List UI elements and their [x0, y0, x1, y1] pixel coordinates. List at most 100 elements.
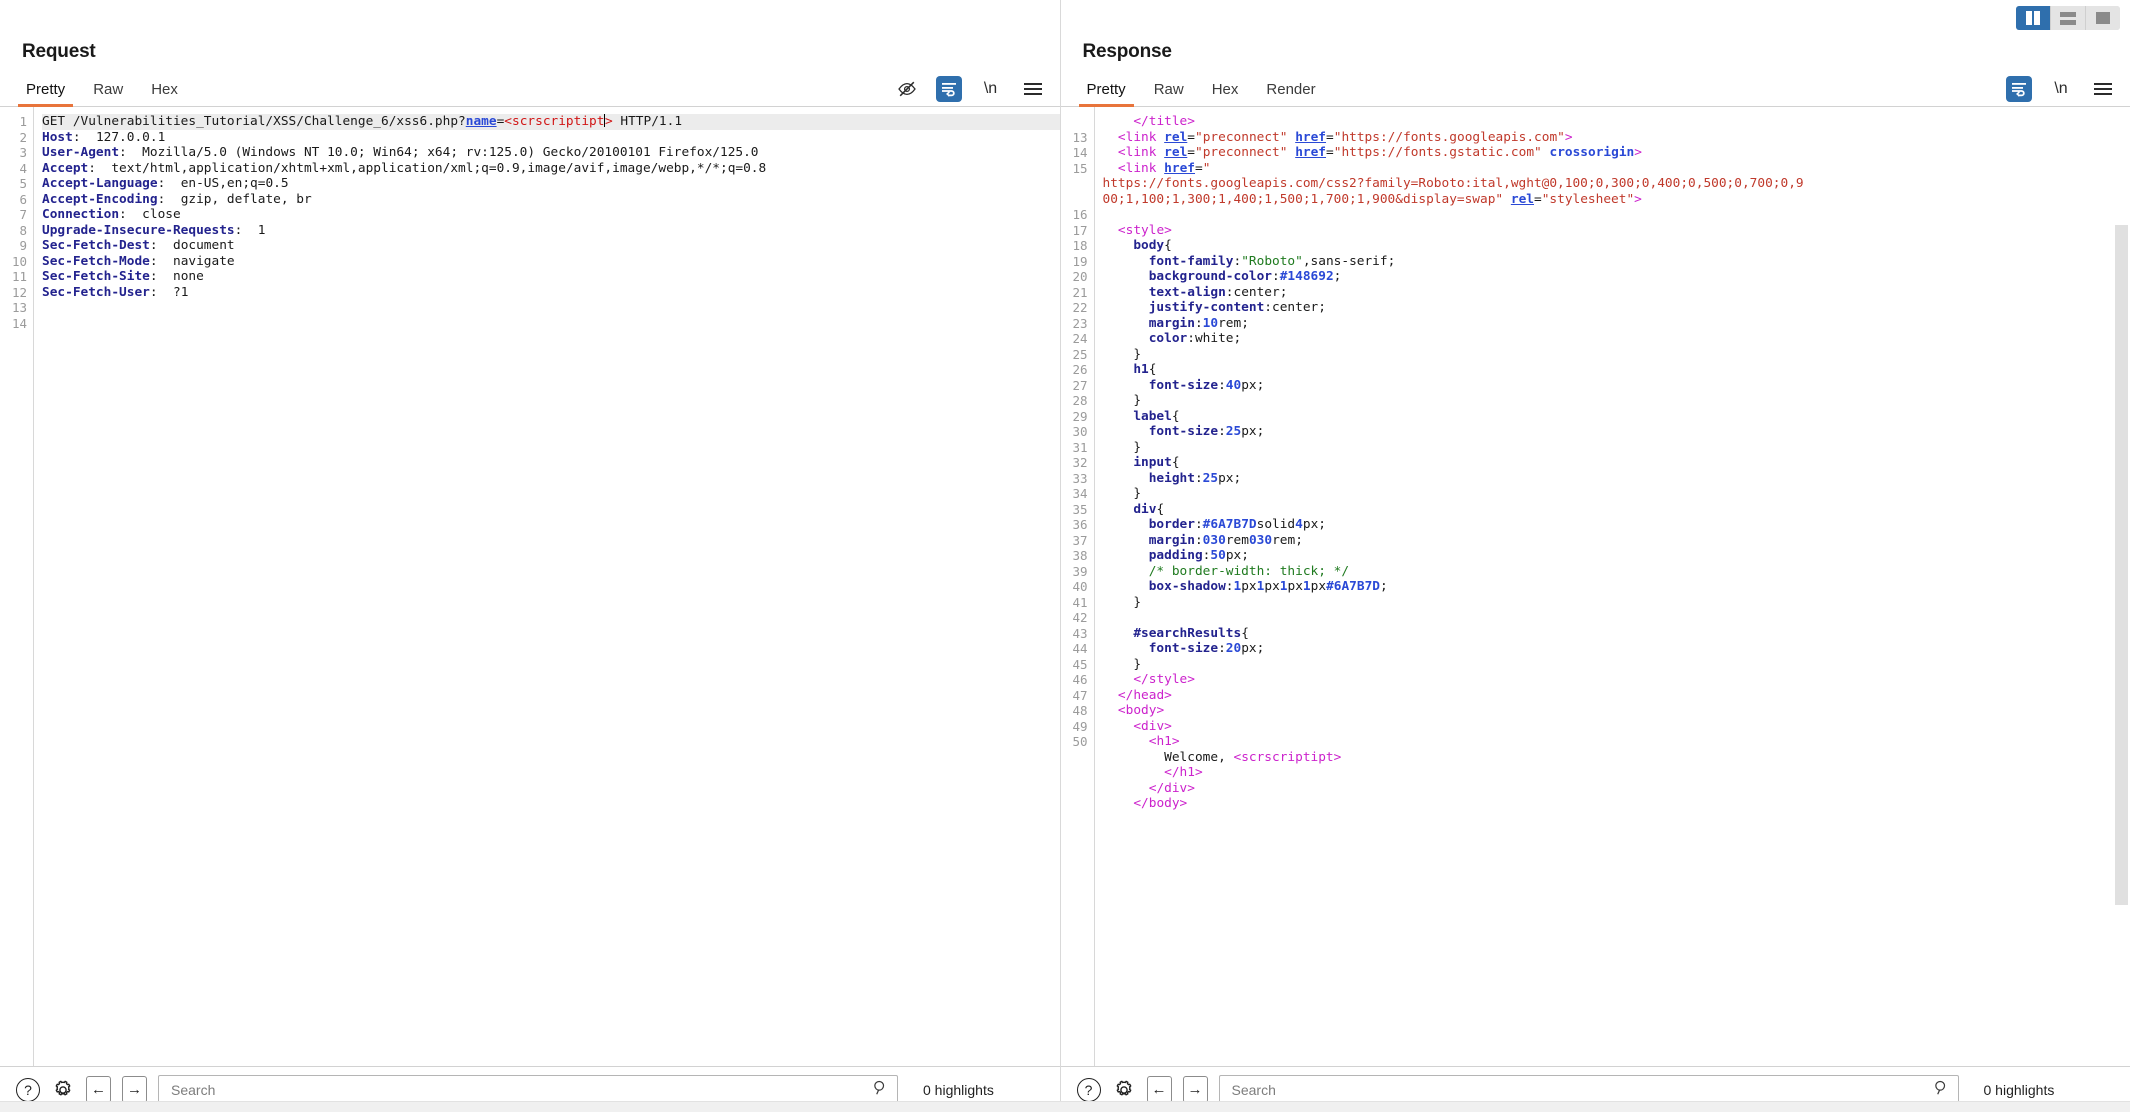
gear-icon[interactable]: [1112, 1078, 1136, 1102]
search-next-button[interactable]: →: [122, 1076, 147, 1103]
code-line[interactable]: <link href=": [1103, 161, 2130, 177]
response-search-input[interactable]: [1229, 1076, 1933, 1103]
code-line[interactable]: Accept: text/html,application/xhtml+xml,…: [42, 161, 1060, 177]
code-line[interactable]: [1103, 610, 2130, 626]
code-line[interactable]: <style>: [1103, 223, 2130, 239]
code-line[interactable]: #searchResults{: [1103, 626, 2130, 642]
code-line[interactable]: input{: [1103, 455, 2130, 471]
code-line[interactable]: font-size:20px;: [1103, 641, 2130, 657]
code-line[interactable]: Connection: close: [42, 207, 1060, 223]
code-line[interactable]: </title>: [1103, 114, 2130, 130]
code-line[interactable]: Accept-Encoding: gzip, deflate, br: [42, 192, 1060, 208]
request-search-box[interactable]: [158, 1075, 898, 1104]
code-line[interactable]: h1{: [1103, 362, 2130, 378]
code-line[interactable]: div{: [1103, 502, 2130, 518]
code-line[interactable]: justify-content:center;: [1103, 300, 2130, 316]
code-line[interactable]: Sec-Fetch-User: ?1: [42, 285, 1060, 301]
search-prev-button[interactable]: ←: [1146, 1076, 1172, 1103]
layout-side-by-side-button[interactable]: [2016, 6, 2051, 30]
code-line[interactable]: }: [1103, 393, 2130, 409]
request-search-input[interactable]: [169, 1076, 872, 1103]
code-line[interactable]: 00;1,100;1,300;1,400;1,500;1,700;1,900&d…: [1103, 192, 2130, 208]
code-line[interactable]: <link rel="preconnect" href="https://fon…: [1103, 130, 2130, 146]
code-token: justify-content: [1102, 300, 1265, 315]
code-line[interactable]: Upgrade-Insecure-Requests: 1: [42, 223, 1060, 239]
code-line[interactable]: </style>: [1103, 672, 2130, 688]
code-line[interactable]: Sec-Fetch-Mode: navigate: [42, 254, 1060, 270]
code-line[interactable]: margin:030rem030rem;: [1103, 533, 2130, 549]
code-line[interactable]: <h1>: [1103, 734, 2130, 750]
code-line[interactable]: height:25px;: [1103, 471, 2130, 487]
code-line[interactable]: font-size:25px;: [1103, 424, 2130, 440]
code-line[interactable]: padding:50px;: [1103, 548, 2130, 564]
tab-request-raw[interactable]: Raw: [79, 82, 137, 106]
code-line[interactable]: Sec-Fetch-Dest: document: [42, 238, 1060, 254]
tab-response-raw[interactable]: Raw: [1140, 82, 1198, 106]
code-token: px;: [1241, 424, 1265, 439]
code-line[interactable]: }: [1103, 595, 2130, 611]
code-line[interactable]: /* border-width: thick; */: [1103, 564, 2130, 580]
help-icon[interactable]: ?: [16, 1077, 40, 1102]
code-line[interactable]: </h1>: [1103, 765, 2130, 781]
code-line[interactable]: [42, 316, 1060, 332]
code-line[interactable]: https://fonts.googleapis.com/css2?family…: [1103, 176, 2130, 192]
word-wrap-icon[interactable]: [935, 76, 962, 102]
hamburger-icon[interactable]: [1020, 76, 1046, 102]
response-scrollbar[interactable]: [2115, 225, 2128, 1064]
newline-icon[interactable]: \n: [978, 76, 1004, 102]
code-line[interactable]: GET /Vulnerabilities_Tutorial/XSS/Challe…: [42, 114, 1060, 130]
code-line[interactable]: border:#6A7B7Dsolid4px;: [1103, 517, 2130, 533]
code-line[interactable]: background-color:#148692;: [1103, 269, 2130, 285]
code-line[interactable]: font-family:"Roboto",sans-serif;: [1103, 254, 2130, 270]
hamburger-icon[interactable]: [2090, 76, 2116, 102]
code-line[interactable]: Accept-Language: en-US,en;q=0.5: [42, 176, 1060, 192]
code-line[interactable]: box-shadow:1px1px1px1px#6A7B7D;: [1103, 579, 2130, 595]
eye-off-icon[interactable]: [894, 76, 920, 102]
code-line[interactable]: User-Agent: Mozilla/5.0 (Windows NT 10.0…: [42, 145, 1060, 161]
request-code[interactable]: GET /Vulnerabilities_Tutorial/XSS/Challe…: [34, 107, 1060, 1066]
search-icon[interactable]: [1933, 1079, 1950, 1101]
code-line[interactable]: </head>: [1103, 688, 2130, 704]
code-line[interactable]: font-size:40px;: [1103, 378, 2130, 394]
code-line[interactable]: text-align:center;: [1103, 285, 2130, 301]
code-line[interactable]: }: [1103, 440, 2130, 456]
search-icon[interactable]: [872, 1079, 889, 1101]
tab-response-render[interactable]: Render: [1252, 82, 1329, 106]
code-line[interactable]: label{: [1103, 409, 2130, 425]
tab-request-hex[interactable]: Hex: [137, 82, 192, 106]
code-line[interactable]: }: [1103, 657, 2130, 673]
tab-response-hex[interactable]: Hex: [1198, 82, 1253, 106]
code-line[interactable]: <body>: [1103, 703, 2130, 719]
tab-response-pretty[interactable]: Pretty: [1073, 82, 1140, 107]
search-prev-button[interactable]: ←: [86, 1076, 111, 1103]
code-line[interactable]: <div>: [1103, 719, 2130, 735]
response-scrollbar-thumb[interactable]: [2115, 225, 2128, 905]
response-search-box[interactable]: [1218, 1075, 1959, 1104]
code-line[interactable]: Welcome, <scrscriptipt>: [1103, 750, 2130, 766]
layout-stacked-button[interactable]: [2051, 6, 2086, 30]
code-line[interactable]: margin:10rem;: [1103, 316, 2130, 332]
code-line[interactable]: <link rel="preconnect" href="https://fon…: [1103, 145, 2130, 161]
code-line[interactable]: Host: 127.0.0.1: [42, 130, 1060, 146]
code-line[interactable]: color:white;: [1103, 331, 2130, 347]
newline-icon[interactable]: \n: [2048, 76, 2074, 102]
code-line[interactable]: [1103, 207, 2130, 223]
code-line[interactable]: }: [1103, 486, 2130, 502]
response-editor[interactable]: 13 14 15 16 17 18 19 20 21 22 23 24 25 26 27 28 29 30 31 32…: [1060, 107, 2130, 1066]
line-number: 43: [1072, 625, 1088, 641]
word-wrap-icon[interactable]: [2006, 76, 2032, 102]
code-line[interactable]: Sec-Fetch-Site: none: [42, 269, 1060, 285]
code-line[interactable]: </body>: [1103, 796, 2130, 812]
code-token: Sec-Fetch-Dest: [42, 238, 150, 253]
code-line[interactable]: body{: [1103, 238, 2130, 254]
tab-request-pretty[interactable]: Pretty: [12, 82, 79, 107]
code-line[interactable]: }: [1103, 347, 2130, 363]
code-line[interactable]: [42, 300, 1060, 316]
help-icon[interactable]: ?: [1076, 1077, 1101, 1102]
gear-icon[interactable]: [51, 1078, 75, 1102]
search-next-button[interactable]: →: [1182, 1076, 1208, 1103]
layout-single-button[interactable]: [2086, 6, 2120, 30]
code-line[interactable]: </div>: [1103, 781, 2130, 797]
request-editor[interactable]: 1 2 3 4 5 6 7 8 9 10 11 12 13 14 GET /Vulnerabilities…: [0, 107, 1060, 1066]
response-code[interactable]: </title> <link rel="preconnect" href="ht…: [1095, 107, 2130, 1066]
